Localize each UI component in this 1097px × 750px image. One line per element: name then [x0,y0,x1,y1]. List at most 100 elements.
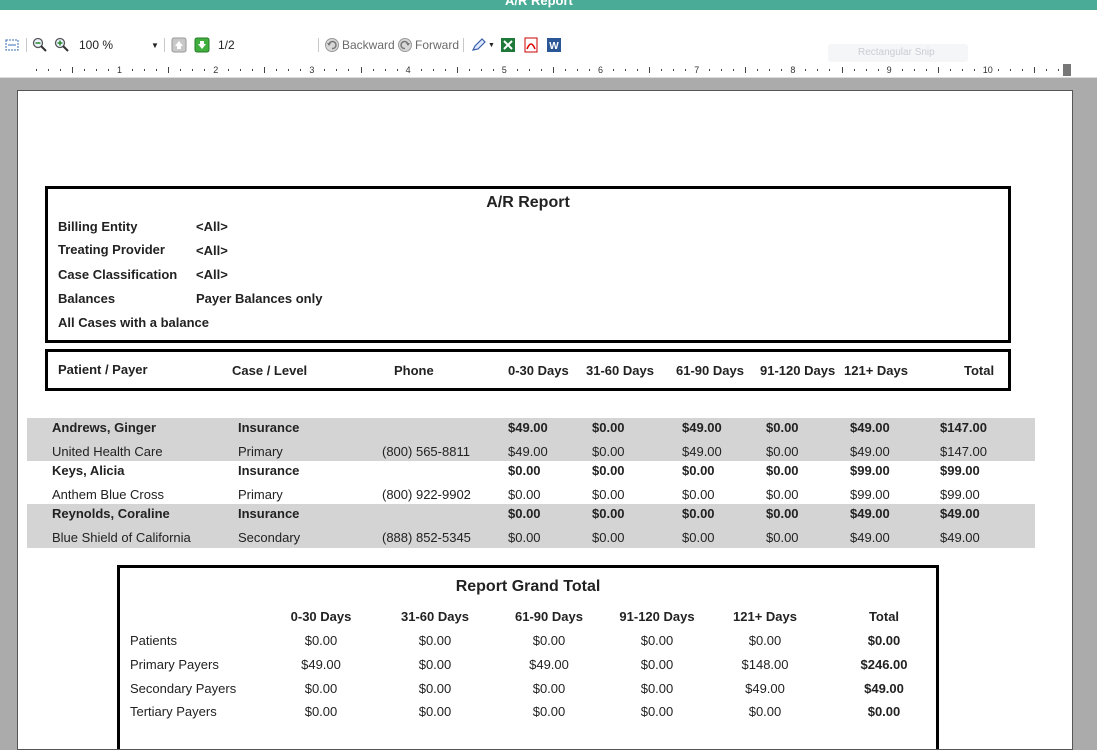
gt-cell: $0.00 [532,681,566,696]
ruler-tick [372,69,374,71]
ar-cell-d61: $0.00 [682,463,715,478]
forward-icon [397,37,413,53]
excel-icon [500,37,516,53]
ruler-tick [264,67,266,73]
ruler-tick [240,69,242,71]
export-excel-button[interactable] [500,36,516,54]
ruler-tick [396,69,398,71]
ruler-number: 8 [790,65,796,75]
gt-cell: $0.00 [418,681,452,696]
ruler-number: 7 [694,65,700,75]
ar-cell-total: $99.00 [940,463,980,478]
ar-cell-d0: $0.00 [508,506,541,521]
backward-button[interactable]: Backward [324,36,395,54]
chevron-down-icon: ▼ [488,41,495,49]
ar-cell-name: Anthem Blue Cross [52,487,164,502]
ruler-right-margin[interactable] [1063,64,1071,76]
param-label: Case Classification [58,267,178,282]
ar-cell-d61: $49.00 [682,444,722,459]
ruler-tick [552,67,554,73]
ar-cell-d0: $0.00 [508,487,541,502]
ar-cell-level: Secondary [238,530,301,545]
ruler-tick [588,69,590,71]
export-pdf-button[interactable] [523,36,539,54]
zoom-out-icon [32,37,48,53]
next-page-button[interactable] [194,36,210,54]
ruler-tick [71,67,73,73]
window-titlebar: A/R Report [0,0,1097,10]
gt-col-header: 91-120 Days [619,609,695,624]
zoom-in-button[interactable] [54,36,70,54]
ruler-tick [95,69,97,71]
ruler-tick [877,69,879,71]
ruler-tick [829,69,831,71]
param-label: Balances [58,291,116,306]
ar-cell-phone: (800) 565-8811 [382,444,470,459]
ruler-number: 9 [886,65,892,75]
backward-label: Backward [342,38,395,52]
gt-cell: $0.00 [640,657,674,672]
ruler-tick [384,69,386,71]
gt-cell: $0.00 [867,633,901,648]
ar-cell-total: $99.00 [940,487,980,502]
gt-row-label: Tertiary Payers [130,704,217,719]
ar-cell-d0: $0.00 [508,530,541,545]
page-setup-button[interactable] [4,36,20,54]
ar-cell-d61: $0.00 [682,506,715,521]
ruler-tick [745,67,747,73]
ar-cell-d91: $0.00 [766,420,799,435]
ar-cell-total: $147.00 [940,444,987,459]
forward-button[interactable]: Forward [397,36,459,54]
gt-cell: $0.00 [418,633,452,648]
gt-cell: $0.00 [304,681,338,696]
ar-cell-d121: $49.00 [850,530,890,545]
col-header-61-90: 61-90 Days [676,363,744,378]
zoom-out-button[interactable] [32,36,48,54]
ruler-number: 10 [982,65,993,75]
gt-cell: $0.00 [418,704,452,719]
first-page-button[interactable] [171,36,187,54]
ruler-tick [83,69,85,71]
ar-cell-d91: $0.00 [766,530,799,545]
ar-cell-d61: $0.00 [682,530,715,545]
col-header-31-60: 31-60 Days [586,363,654,378]
ar-cell-level: Insurance [238,463,300,478]
ruler-tick [913,69,915,71]
ruler-tick [661,69,663,71]
ruler-number: 2 [213,65,219,75]
horizontal-ruler: 1 2 3 4 5 6 7 8 9 10 [0,62,1097,78]
page-setup-icon [4,37,20,53]
gt-col-header: 61-90 Days [515,609,583,624]
col-header-case: Case / Level [232,363,308,378]
ar-cell-level: Insurance [238,420,300,435]
ruler-tick [528,69,530,71]
ruler-tick [637,69,639,71]
ar-cell-d121: $49.00 [850,506,890,521]
col-header-phone: Phone [394,363,434,378]
ar-cell-d121: $49.00 [850,420,890,435]
report-page: A/R Report Billing Entity <All> Treating… [17,90,1073,750]
gt-col-header: 121+ Days [733,609,797,624]
gt-cell: $246.00 [860,657,908,672]
ar-cell-d31: $0.00 [592,487,625,502]
ar-cell-name: Keys, Alicia [52,463,125,478]
ar-cell-d91: $0.00 [766,487,799,502]
gt-cell: $0.00 [640,633,674,648]
ruler-tick [168,67,170,73]
gt-row-label: Primary Payers [130,657,219,672]
gt-cell: $0.00 [748,704,782,719]
ruler-tick [949,69,951,71]
col-header-patient: Patient / Payer [58,362,148,377]
ruler-tick [444,69,446,71]
export-word-button[interactable]: W [546,36,562,54]
ruler-tick [35,69,37,71]
ruler-tick [1033,67,1035,73]
zoom-select[interactable]: 100 % ▼ [79,36,159,54]
separator [26,38,27,52]
ruler-tick [336,69,338,71]
ruler-tick [613,69,615,71]
ruler-tick [901,69,903,71]
edit-dropdown-button[interactable]: ▼ [471,36,495,54]
chevron-down-icon: ▼ [151,40,159,50]
ruler-tick [625,69,627,71]
